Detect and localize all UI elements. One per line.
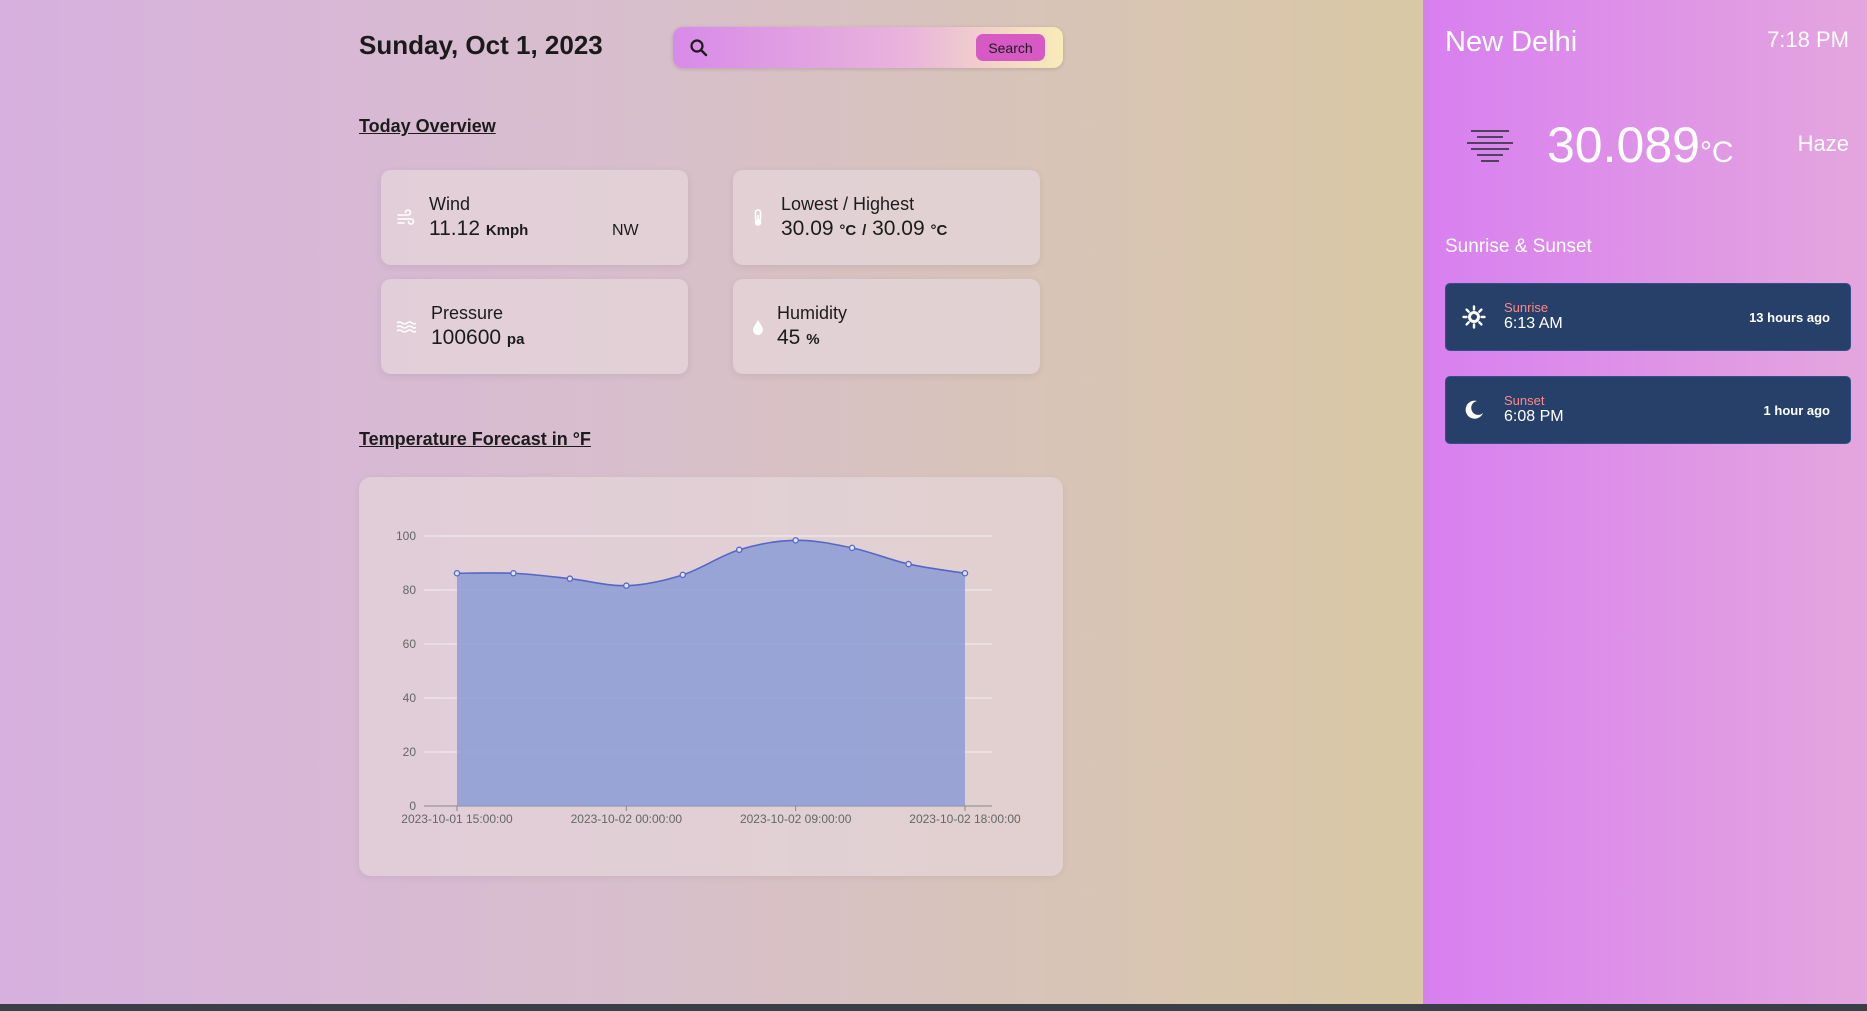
wind-icon (397, 209, 415, 225)
weather-condition: Haze (1797, 131, 1849, 156)
current-temperature: 30.089°C (1547, 117, 1734, 173)
y-tick-label: 40 (403, 691, 417, 705)
haze-icon (1467, 130, 1513, 162)
pressure-icon (396, 321, 416, 333)
sidebar: New Delhi 7:18 PM 30.089°C Haze Sunrise … (1423, 0, 1867, 1004)
wind-value: 11.12 Kmph (429, 217, 529, 240)
thermometer-icon (754, 209, 762, 226)
overview-title: Today Overview (359, 116, 496, 136)
data-point (792, 537, 799, 544)
humidity-card: Humidity 45 % (733, 279, 1040, 374)
pressure-card: Pressure 100600 pa (381, 279, 688, 374)
data-point (679, 571, 687, 579)
x-tick-label: 2023-10-02 09:00:00 (740, 812, 852, 826)
data-point (905, 560, 912, 568)
y-tick-label: 0 (409, 799, 416, 813)
wind-unit: Kmph (485, 222, 529, 239)
lowest-highest-label: Lowest / Highest (781, 194, 915, 214)
data-point (453, 570, 461, 577)
pressure-value: 100600 pa (431, 326, 525, 349)
sunrise-time: 6:13 AM (1504, 315, 1563, 332)
sunset-time: 6:08 PM (1504, 408, 1564, 425)
x-tick-label: 2023-10-01 15:00:00 (401, 812, 513, 826)
sunrise-sunset-title: Sunrise & Sunset (1445, 236, 1592, 257)
sunrise-card: Sunrise 6:13 AM 13 hours ago (1445, 283, 1851, 351)
search-input[interactable] (719, 33, 1003, 63)
data-point (961, 570, 969, 577)
temperature-unit: °C (1699, 136, 1734, 169)
sunrise-ago: 13 hours ago (1749, 310, 1830, 325)
sunrise-label: Sunrise (1504, 300, 1549, 315)
forecast-title: Temperature Forecast in °F (359, 429, 591, 449)
lowest-highest-value: 30.09 °C / 30.09 °C (781, 217, 948, 240)
data-point (848, 544, 856, 552)
y-tick-label: 100 (396, 529, 416, 543)
search-button[interactable]: Search (976, 34, 1045, 61)
pressure-label: Pressure (431, 303, 504, 323)
y-tick-label: 20 (403, 745, 417, 759)
sunset-label: Sunset (1504, 393, 1545, 408)
moon-icon (1465, 400, 1483, 419)
wind-card: Wind 11.12 Kmph NW (381, 170, 688, 265)
y-tick-label: 60 (403, 637, 417, 651)
lowest-highest-card: Lowest / Highest 30.09 °C / 30.09 °C (733, 170, 1040, 265)
pressure-unit: pa (506, 331, 525, 348)
humidity-value: 45 % (777, 326, 820, 349)
x-tick-label: 2023-10-02 00:00:00 (571, 812, 683, 826)
search-bar: Search (673, 27, 1063, 68)
sunset-ago: 1 hour ago (1763, 403, 1830, 418)
main-panel: Sunday, Oct 1, 2023 Search Today Overvie… (0, 0, 1423, 1004)
current-date: Sunday, Oct 1, 2023 (359, 30, 603, 60)
forecast-chart: 0 20 40 60 80 100 2023-10-01 15:00:00 2023-10-0… (359, 477, 1063, 876)
humidity-label: Humidity (777, 303, 848, 323)
x-tick-label: 2023-10-02 18:00:00 (909, 812, 1021, 826)
wind-label: Wind (429, 194, 471, 214)
wind-direction: NW (612, 222, 639, 239)
droplet-icon (753, 320, 763, 335)
y-tick-label: 80 (403, 583, 417, 597)
city-name: New Delhi (1445, 26, 1578, 58)
search-icon[interactable] (689, 38, 709, 58)
data-point (735, 546, 743, 554)
local-time: 7:18 PM (1767, 27, 1849, 52)
series-area (457, 540, 965, 806)
sun-icon (1462, 305, 1486, 329)
data-point (623, 582, 630, 589)
data-point (510, 570, 517, 577)
forecast-chart-svg: 0 20 40 60 80 100 2023-10-01 15:00:00 2023-10-0… (396, 529, 1021, 826)
sunset-card: Sunset 6:08 PM 1 hour ago (1445, 376, 1851, 444)
humidity-unit: % (806, 331, 820, 348)
data-point (566, 575, 574, 582)
